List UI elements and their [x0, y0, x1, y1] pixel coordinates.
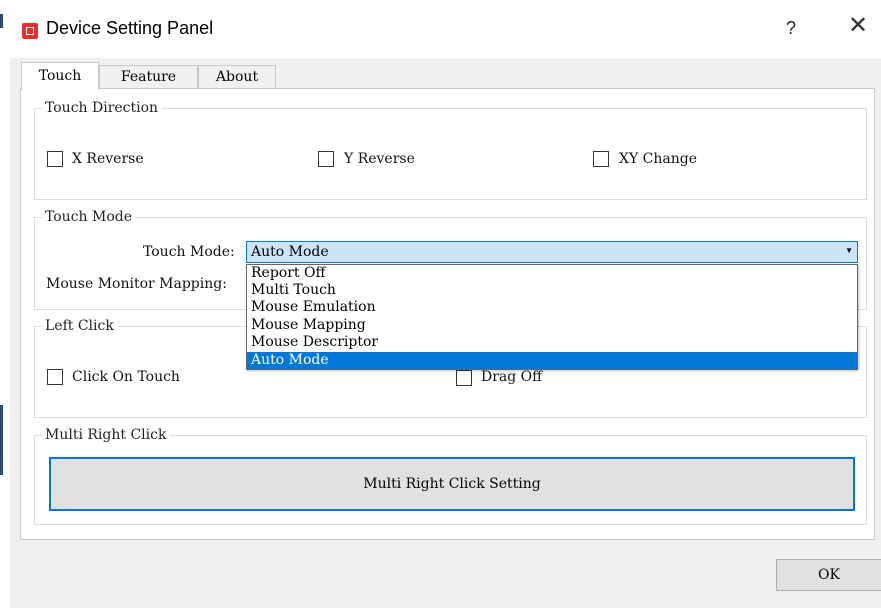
- dropdown-option[interactable]: Mouse Descriptor: [247, 334, 857, 351]
- tab-about[interactable]: About: [198, 65, 276, 89]
- dropdown-option[interactable]: Multi Touch: [247, 282, 857, 299]
- group-title: Touch Direction: [42, 100, 163, 116]
- tab-touch[interactable]: Touch: [21, 62, 99, 90]
- close-icon[interactable]: ✕: [848, 14, 868, 38]
- ok-button[interactable]: OK: [776, 559, 881, 591]
- group-title: Touch Mode: [42, 209, 137, 225]
- tab-feature[interactable]: Feature: [99, 65, 198, 89]
- xy-change-checkbox[interactable]: [593, 151, 609, 167]
- title-bar: Device Setting Panel ? ✕: [10, 0, 881, 58]
- y-reverse-label: Y Reverse: [344, 151, 415, 167]
- xy-change-label: XY Change: [619, 151, 697, 167]
- app-icon: [22, 23, 38, 39]
- group-touch-direction: [34, 108, 867, 200]
- multi-right-click-setting-button[interactable]: Multi Right Click Setting: [49, 457, 855, 511]
- dropdown-arrow-icon[interactable]: ▼: [845, 246, 853, 255]
- dropdown-option[interactable]: Mouse Mapping: [247, 317, 857, 334]
- background-window-edge: [0, 14, 3, 28]
- touch-mode-select[interactable]: Auto Mode ▼: [246, 241, 858, 263]
- group-title: Left Click: [42, 318, 118, 334]
- click-on-touch-label: Click On Touch: [72, 369, 180, 385]
- x-reverse-label: X Reverse: [72, 151, 144, 167]
- help-button[interactable]: ?: [786, 18, 796, 39]
- dropdown-option[interactable]: Report Off: [247, 265, 857, 282]
- group-title: Multi Right Click: [42, 427, 171, 443]
- y-reverse-checkbox[interactable]: [318, 151, 334, 167]
- dropdown-option[interactable]: Mouse Emulation: [247, 299, 857, 316]
- drag-off-label: Drag Off: [481, 369, 543, 385]
- window-title: Device Setting Panel: [46, 18, 214, 38]
- mouse-monitor-mapping-label: Mouse Monitor Mapping:: [46, 276, 227, 292]
- touch-mode-dropdown-list: Report Off Multi Touch Mouse Emulation M…: [246, 264, 858, 370]
- touch-mode-value: Auto Mode: [251, 244, 329, 260]
- click-on-touch-checkbox[interactable]: [47, 369, 63, 385]
- drag-off-checkbox[interactable]: [456, 370, 472, 386]
- x-reverse-checkbox[interactable]: [47, 151, 63, 167]
- dropdown-option-selected[interactable]: Auto Mode: [247, 352, 857, 369]
- touch-mode-label: Touch Mode:: [143, 244, 235, 260]
- background-window-edge: [0, 405, 3, 475]
